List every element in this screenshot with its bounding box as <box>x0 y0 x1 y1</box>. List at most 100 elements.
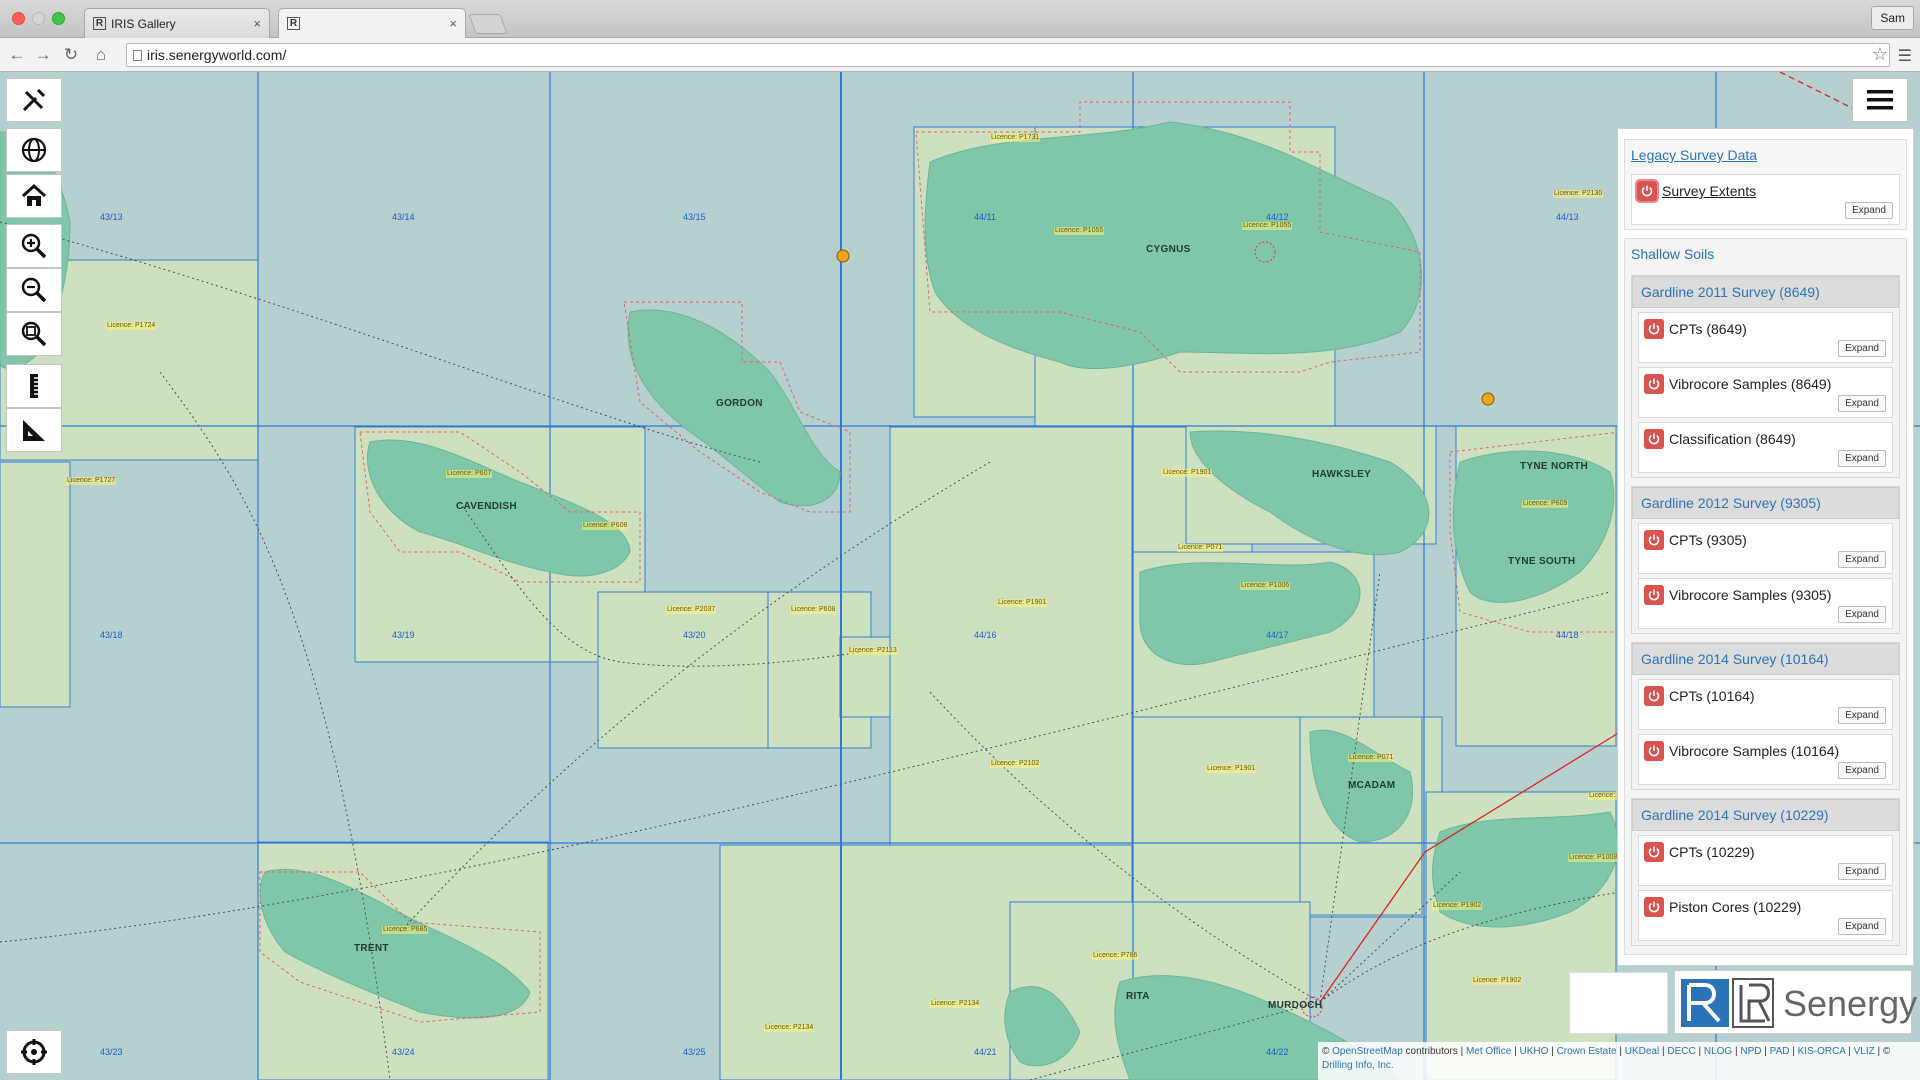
power-icon <box>1648 690 1660 702</box>
attribution-link[interactable]: Met Office <box>1466 1046 1511 1057</box>
block-label: 43/20 <box>683 630 706 640</box>
set-square-icon <box>23 420 45 441</box>
attribution-link[interactable]: Drilling Info, Inc. <box>1322 1060 1394 1071</box>
block-label: 44/21 <box>974 1047 997 1057</box>
zoom-in-button[interactable] <box>6 224 62 268</box>
maximize-window-button[interactable] <box>52 12 65 25</box>
power-icon <box>1648 323 1660 335</box>
address-bar[interactable]: iris.senergyworld.com/ <box>126 43 1890 67</box>
layer-item: Piston Cores (10229) Expand <box>1638 890 1893 941</box>
tab-iris-gallery[interactable]: R IRIS Gallery × <box>84 8 270 38</box>
layer-toggle-button[interactable] <box>1644 429 1664 449</box>
layer-toggle-button[interactable] <box>1644 530 1664 550</box>
survey-title[interactable]: Gardline 2014 Survey (10229) <box>1632 799 1899 831</box>
layer-item: CPTs (8649) Expand <box>1638 312 1893 363</box>
close-window-button[interactable] <box>12 12 25 25</box>
profile-button[interactable]: Sam <box>1871 6 1914 30</box>
forward-arrow-icon[interactable]: → <box>32 44 54 66</box>
attribution-link[interactable]: UKHO <box>1520 1046 1549 1057</box>
block-label: 44/13 <box>1556 212 1579 222</box>
measure-tool-button[interactable] <box>6 78 62 122</box>
layer-toggle-button[interactable] <box>1644 686 1664 706</box>
layer-name[interactable]: Survey Extents <box>1662 183 1756 199</box>
home-icon[interactable]: ⌂ <box>90 44 112 66</box>
attribution-link[interactable]: NPD <box>1740 1046 1761 1057</box>
layer-toggle-button[interactable] <box>1644 741 1664 761</box>
survey-group: Gardline 2014 Survey (10229) CPTs (10229… <box>1631 798 1900 946</box>
layer-name: CPTs (10164) <box>1669 688 1755 704</box>
close-tab-icon[interactable]: × <box>449 16 457 31</box>
basemap-button[interactable] <box>6 128 62 172</box>
minimize-window-button[interactable] <box>32 12 45 25</box>
zoom-out-button[interactable] <box>6 268 62 312</box>
licence-label: Licence: P2134 <box>930 1000 981 1008</box>
reload-icon[interactable]: ↻ <box>60 44 82 66</box>
attribution-link[interactable]: PAD <box>1770 1046 1790 1057</box>
licence-label: Licence: P2134 <box>764 1024 815 1032</box>
licence-label: Licence: P1008 <box>1568 854 1619 862</box>
legacy-survey-title[interactable]: Legacy Survey Data <box>1625 140 1906 170</box>
zoom-box-button[interactable] <box>6 312 62 356</box>
iris-favicon-icon: R <box>287 17 300 30</box>
layer-name: CPTs (10229) <box>1669 844 1755 860</box>
bookmark-star-icon[interactable]: ☆ <box>1872 44 1888 65</box>
field-label: TYNE NORTH <box>1520 461 1588 472</box>
expand-button[interactable]: Expand <box>1838 918 1886 935</box>
attribution-link[interactable]: Crown Estate <box>1557 1046 1617 1057</box>
back-arrow-icon[interactable]: ← <box>6 44 28 66</box>
survey-title[interactable]: Gardline 2014 Survey (10164) <box>1632 643 1899 675</box>
layer-toggle-button[interactable] <box>1644 319 1664 339</box>
home-extent-button[interactable] <box>6 174 62 218</box>
layer-toggle-button[interactable] <box>1644 374 1664 394</box>
licence-label: Licence: P2037 <box>666 606 717 614</box>
attribution-link[interactable]: DECC <box>1667 1046 1695 1057</box>
expand-button[interactable]: Expand <box>1838 863 1886 880</box>
power-icon <box>1648 846 1660 858</box>
layer-toggle-button[interactable] <box>1644 585 1664 605</box>
block-label: 44/18 <box>1556 630 1579 640</box>
close-tab-icon[interactable]: × <box>253 16 261 31</box>
new-tab-button[interactable] <box>468 14 508 34</box>
layers-menu-button[interactable] <box>1852 78 1908 122</box>
browser-menu-icon[interactable]: ☰ <box>1898 46 1912 66</box>
attribution-link[interactable]: UKDeal <box>1625 1046 1659 1057</box>
licence-label: Licence: P607 <box>446 470 493 478</box>
licence-label: Licence: P609 <box>1522 500 1569 508</box>
locate-button[interactable] <box>6 1030 62 1074</box>
licence-label: Licence: P608 <box>582 522 629 530</box>
shallow-soils-group: Shallow Soils Gardline 2011 Survey (8649… <box>1624 238 1907 955</box>
attribution-link[interactable]: KIS-ORCA <box>1798 1046 1846 1057</box>
layer-toggle-button[interactable] <box>1635 179 1659 203</box>
layer-toggle-button[interactable] <box>1644 842 1664 862</box>
expand-button[interactable]: Expand <box>1838 551 1886 568</box>
shallow-soils-title[interactable]: Shallow Soils <box>1625 239 1906 269</box>
expand-button[interactable]: Expand <box>1838 606 1886 623</box>
layer-name: Piston Cores (10229) <box>1669 899 1802 915</box>
survey-title[interactable]: Gardline 2011 Survey (8649) <box>1632 276 1899 308</box>
block-label: 43/13 <box>100 212 123 222</box>
attribution-link[interactable]: NLOG <box>1704 1046 1732 1057</box>
block-label: 43/18 <box>100 630 123 640</box>
expand-button[interactable]: Expand <box>1838 707 1886 724</box>
expand-button[interactable]: Expand <box>1838 395 1886 412</box>
expand-button[interactable]: Expand <box>1838 450 1886 467</box>
crosshair-icon <box>21 1039 47 1065</box>
expand-button[interactable]: Expand <box>1845 202 1893 219</box>
layer-name: Classification (8649) <box>1669 431 1796 447</box>
ruler-button[interactable] <box>6 364 62 408</box>
expand-button[interactable]: Expand <box>1838 762 1886 779</box>
layer-item: CPTs (10229) Expand <box>1638 835 1893 886</box>
field-label: MCADAM <box>1348 780 1396 791</box>
survey-title[interactable]: Gardline 2012 Survey (9305) <box>1632 487 1899 519</box>
layer-survey-extents: Survey Extents Expand <box>1631 174 1900 225</box>
tab-current[interactable]: R × <box>278 8 466 38</box>
layer-toggle-button[interactable] <box>1644 897 1664 917</box>
attribution-text: contributors | <box>1405 1046 1464 1057</box>
attribution-link[interactable]: VLIZ <box>1854 1046 1875 1057</box>
attribution-link[interactable]: OpenStreetMap <box>1332 1046 1403 1057</box>
block-label: 44/12 <box>1266 212 1289 222</box>
area-measure-button[interactable] <box>6 408 62 452</box>
hamburger-icon <box>1867 90 1893 110</box>
expand-button[interactable]: Expand <box>1838 340 1886 357</box>
power-icon <box>1648 901 1660 913</box>
